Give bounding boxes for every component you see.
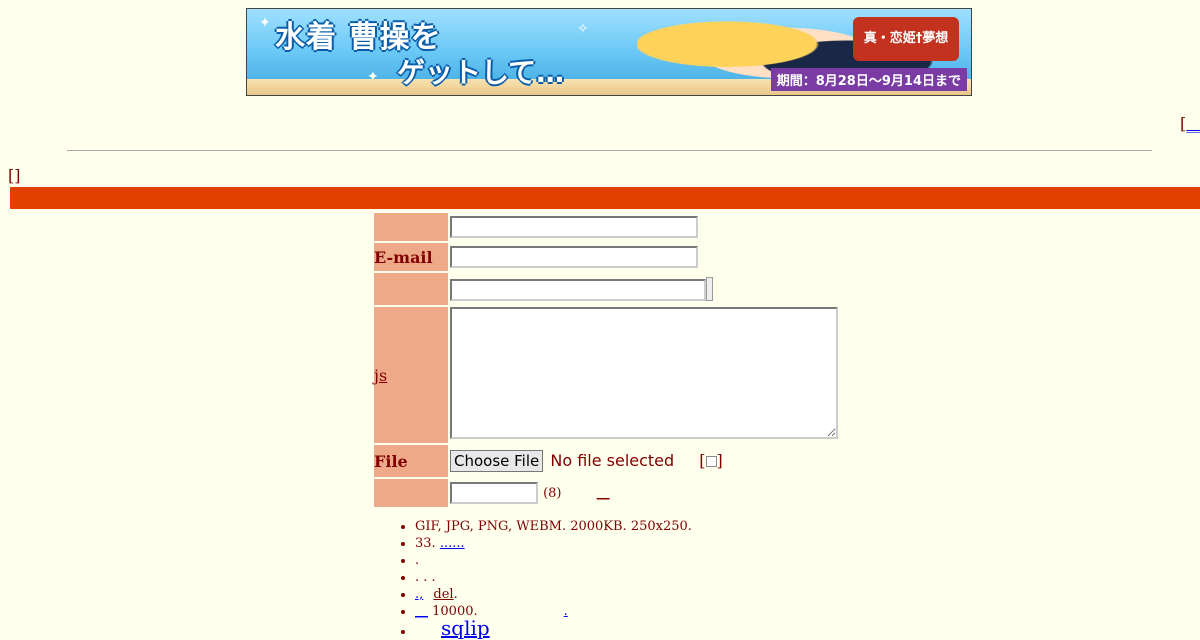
rule-text: 33. — [415, 536, 440, 551]
rule-link[interactable]: ...... — [440, 536, 465, 551]
banner-period: 期間：8月28日〜9月14日まで — [770, 68, 967, 91]
comment-js-link[interactable]: js — [374, 366, 387, 385]
banner-game-logo: 真・恋姫†夢想 — [853, 17, 959, 61]
subject-field[interactable] — [450, 279, 706, 301]
list-item: . — [415, 552, 692, 569]
email-field[interactable] — [450, 246, 698, 269]
password-field[interactable] — [450, 482, 538, 505]
rule-link[interactable]: __ — [415, 604, 428, 619]
name-field[interactable] — [450, 216, 698, 239]
password-hint: (8) — [543, 485, 562, 501]
choose-file-button[interactable]: Choose File — [450, 450, 544, 472]
password-label — [374, 479, 448, 507]
rule-text: . . . — [415, 570, 436, 585]
name-label — [374, 213, 448, 241]
sparkle-icon: ✧ — [577, 21, 589, 37]
list-item: 33. ...... — [415, 535, 692, 552]
ad-banner[interactable]: ✦ ✦ ✧ 水着 曹操を ゲットして… 真・恋姫†夢想 期間：8月28日〜9月1… — [246, 8, 972, 96]
list-item: . . . — [415, 569, 692, 586]
top-bracket-links: [] — [8, 166, 21, 185]
subject-label — [374, 273, 448, 305]
banner-subheadline: ゲットして… — [397, 56, 565, 89]
rule-text: . — [453, 587, 458, 602]
comment-textarea[interactable] — [450, 307, 838, 439]
password-link[interactable]: __ — [597, 486, 610, 501]
corner-nav-link[interactable]: __ — [1186, 114, 1200, 133]
comment-label: js — [374, 307, 448, 443]
submit-button[interactable] — [706, 277, 713, 301]
file-option-close: ] — [716, 451, 723, 470]
rule-trailing-link[interactable]: . — [564, 604, 568, 619]
post-form: E-mail js File Choose File No file selec… — [372, 211, 840, 509]
banner-headline: 水着 曹操を — [275, 20, 442, 55]
sqlip-link[interactable]: sqlip — [441, 616, 490, 640]
rule-text: . — [415, 553, 420, 568]
rule-text: GIF, JPG, PNG, WEBM. 2000KB. 250x250. — [415, 519, 692, 534]
corner-nav: [__ — [1180, 114, 1200, 133]
file-label: File — [374, 445, 448, 477]
rule-link[interactable]: ., — [415, 587, 423, 602]
file-status: No file selected — [550, 451, 675, 470]
sparkle-icon: ✦ — [259, 15, 271, 31]
no-file-checkbox[interactable] — [705, 456, 717, 467]
list-item: sqlip — [415, 618, 692, 640]
list-item: ., del. — [415, 586, 692, 603]
del-link[interactable]: del — [433, 587, 453, 602]
list-item: GIF, JPG, PNG, WEBM. 2000KB. 250x250. — [415, 518, 692, 535]
header-divider — [67, 150, 1152, 151]
post-mode-bar — [10, 187, 1200, 209]
email-label: E-mail — [374, 243, 448, 271]
posting-rules: GIF, JPG, PNG, WEBM. 2000KB. 250x250. 33… — [395, 518, 692, 640]
